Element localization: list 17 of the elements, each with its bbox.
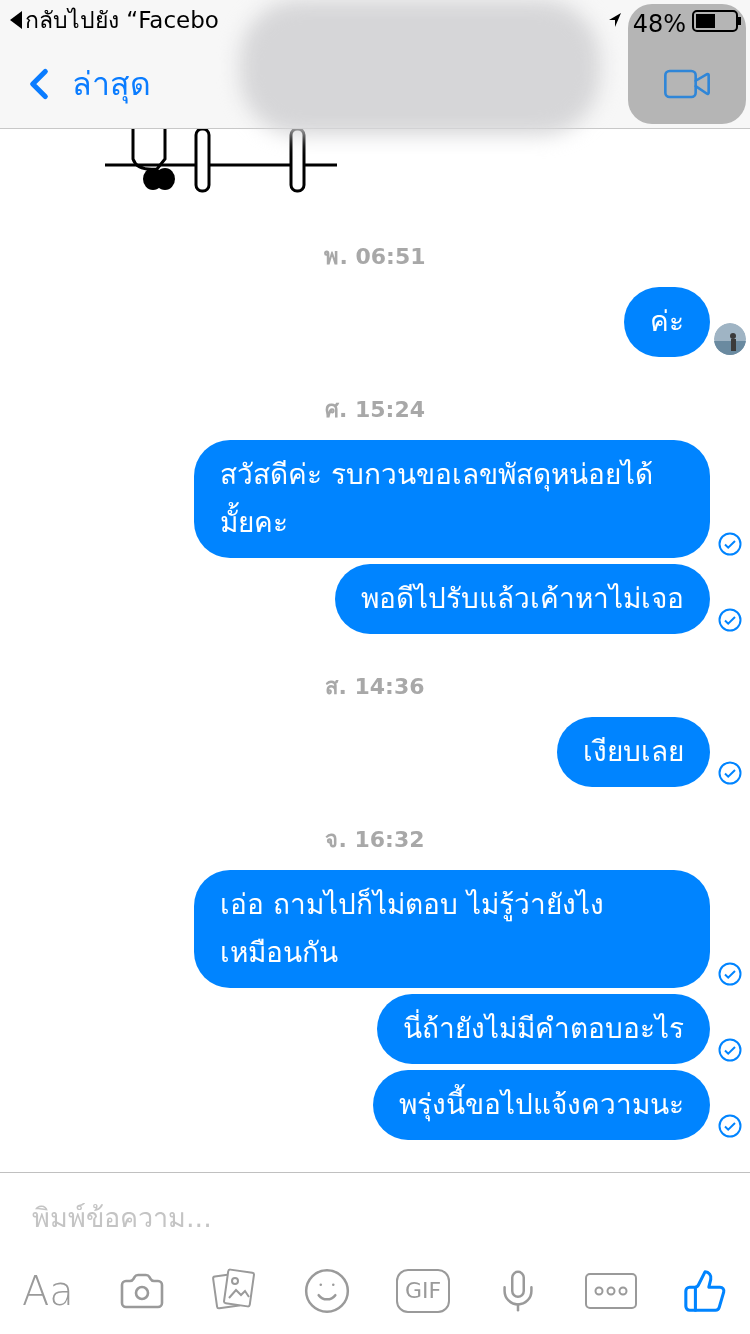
message-bubble: นี่ถ้ายังไม่มีคำตอบอะไร [377, 994, 710, 1064]
message-bubble: ค่ะ [624, 287, 710, 357]
back-to-app-link[interactable]: กลับไปยัง “Facebo [25, 2, 219, 38]
message-bubble: เงียบเลย [557, 717, 710, 787]
timestamp: จ. 16:32 [325, 826, 425, 854]
message-bubble: สวัสดีค่ะ รบกวนขอเลขพัสดุหน่อยได้มั้ยคะ [194, 440, 710, 558]
text-format-button[interactable]: Aa [22, 1271, 74, 1311]
message-bubble: พอดีไปรับแล้วเค้าหาไม่เจอ [335, 564, 710, 634]
gif-button[interactable]: GIF [396, 1269, 451, 1313]
back-button[interactable]: ล่าสุด [14, 59, 151, 109]
timestamp: พ. 06:51 [324, 243, 426, 271]
timestamp: ศ. 15:24 [324, 396, 425, 424]
timestamp: ส. 14:36 [325, 673, 425, 701]
battery-percentage: 48% [632, 9, 686, 40]
message-bubble: พรุ่งนี้ขอไปแจ้งความนะ [373, 1070, 710, 1140]
message-bubble: เอ่อ ถามไปก็ไม่ตอบ ไม่รู้ว่ายังไงเหมือนกัน [194, 870, 710, 988]
message-input[interactable]: พิมพ์ข้อความ... [0, 1173, 750, 1261]
